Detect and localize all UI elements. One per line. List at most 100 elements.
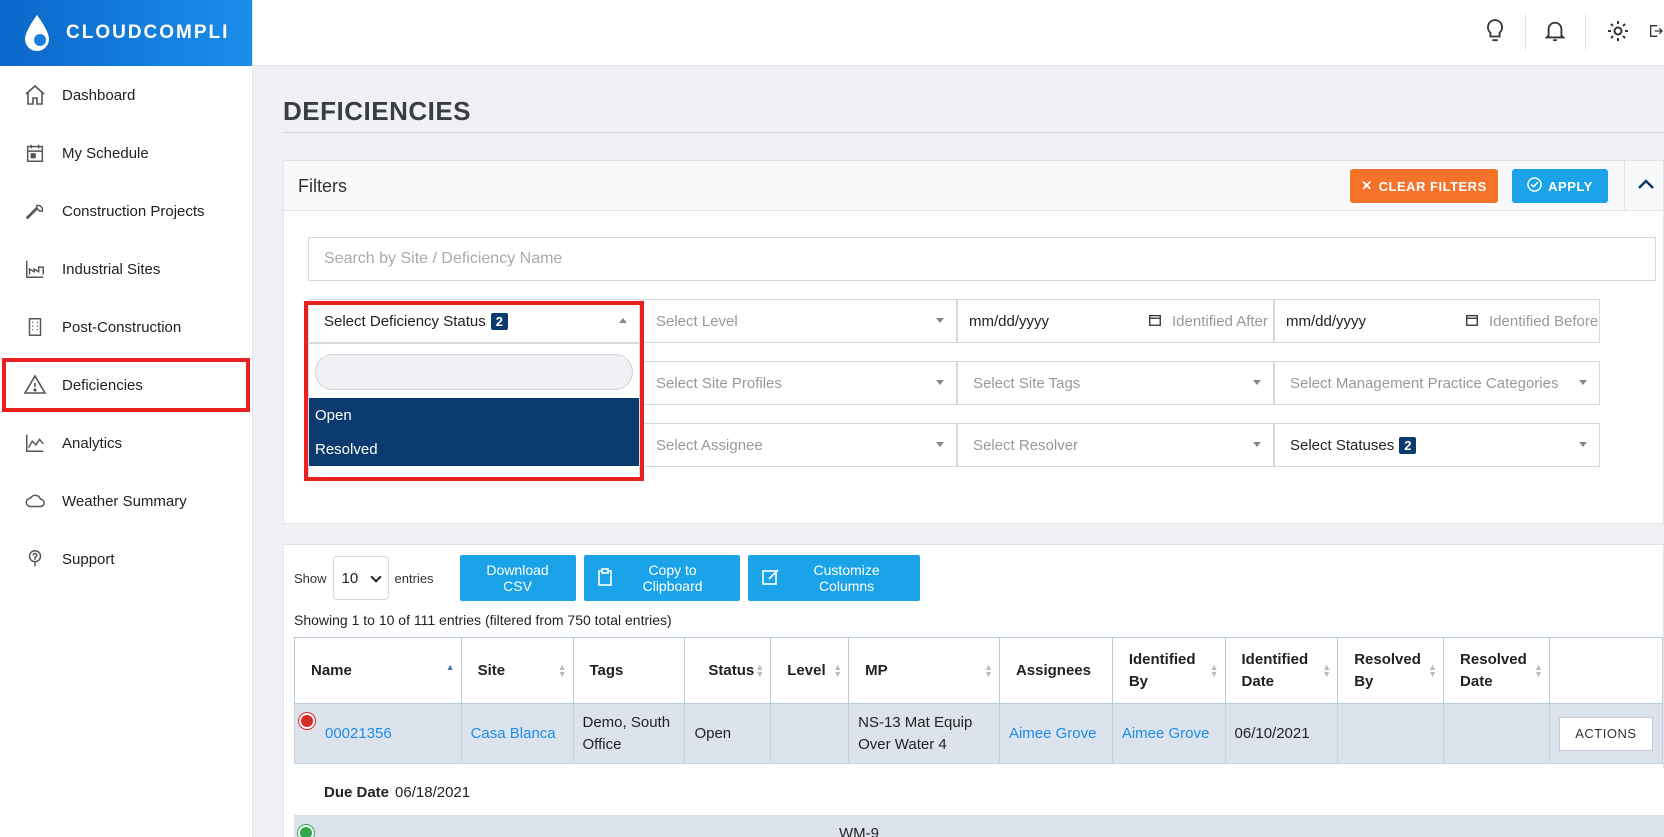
caret-down-icon bbox=[936, 380, 944, 385]
column-label: Identified Date bbox=[1241, 650, 1309, 690]
resolver-select[interactable]: Select Resolver bbox=[957, 423, 1274, 467]
sort-icon: ▲ ▼ bbox=[755, 662, 765, 679]
sidebar-item-construction-projects[interactable]: Construction Projects bbox=[0, 182, 252, 240]
column-header-status[interactable]: Status ▲ ▼ bbox=[684, 637, 772, 704]
site-tags-select[interactable]: Select Site Tags bbox=[957, 361, 1274, 405]
copy-to-clipboard-button[interactable]: Copy to Clipboard bbox=[583, 555, 740, 601]
cell-mp: NS-13 Mat Equip Over Water 4 bbox=[848, 703, 1000, 764]
identified-after-date-input[interactable]: mm/dd/yyyy Identified After bbox=[957, 299, 1274, 343]
statuses-select[interactable]: Select Statuses 2 bbox=[1274, 423, 1600, 467]
level-select[interactable]: Select Level bbox=[640, 299, 957, 343]
collapse-row-icon[interactable] bbox=[299, 713, 315, 729]
sidebar-item-label: Weather Summary bbox=[62, 492, 187, 510]
mp-categories-select[interactable]: Select Management Practice Categories bbox=[1274, 361, 1600, 405]
filters-panel: Filters ✕ CLEAR FILTERS APPLY Select Def… bbox=[283, 160, 1664, 524]
sidebar-item-industrial-sites[interactable]: Industrial Sites bbox=[0, 240, 252, 298]
cell-site: Casa Blanca bbox=[460, 703, 574, 764]
column-label: Resolved Date bbox=[1460, 650, 1527, 690]
apply-button[interactable]: APPLY bbox=[1512, 169, 1608, 203]
sidebar-item-dashboard[interactable]: Dashboard bbox=[0, 66, 252, 124]
calendar-icon[interactable] bbox=[1148, 313, 1164, 329]
download-csv-button[interactable]: Download CSV bbox=[459, 555, 576, 601]
cell-assignees: Aimee Grove bbox=[998, 703, 1113, 764]
clear-filters-button[interactable]: ✕ CLEAR FILTERS bbox=[1350, 169, 1498, 203]
assignee-select[interactable]: Select Assignee bbox=[640, 423, 957, 467]
caret-down-icon bbox=[936, 318, 944, 323]
chevron-down-icon bbox=[369, 571, 382, 583]
deficiencies-table: Name ▲ Site ▲ ▼ Tags Status ▲ ▼ Level ▲ ▼ MP ▲ ▼ … bbox=[294, 637, 1664, 764]
column-label: Tags bbox=[589, 661, 624, 679]
bell-icon[interactable] bbox=[1540, 16, 1570, 46]
site-profiles-placeholder: Select Site Profiles bbox=[656, 374, 782, 392]
column-label: Name bbox=[311, 661, 352, 679]
caret-down-icon bbox=[1579, 442, 1587, 447]
title-divider bbox=[283, 132, 1664, 133]
app-logo[interactable]: CLOUDCOMPLI bbox=[0, 0, 252, 66]
calendar-icon[interactable] bbox=[1465, 313, 1481, 329]
identified-before-date-input[interactable]: mm/dd/yyyy Identified Before bbox=[1274, 299, 1600, 343]
cell-resolved-by bbox=[1337, 703, 1445, 764]
caret-down-icon bbox=[1253, 442, 1261, 447]
column-header-site[interactable]: Site ▲ ▼ bbox=[460, 637, 574, 704]
sidebar-item-label: Deficiencies bbox=[62, 376, 143, 394]
sidebar-item-deficiencies[interactable]: Deficiencies bbox=[0, 356, 252, 414]
entries-value: 10 bbox=[341, 569, 359, 587]
home-icon bbox=[22, 82, 48, 108]
caret-down-icon bbox=[936, 442, 944, 447]
top-bar bbox=[253, 0, 1664, 66]
brand-name: CLOUDCOMPLI bbox=[66, 22, 230, 43]
chevron-up-icon bbox=[1637, 177, 1655, 195]
statuses-count-badge: 2 bbox=[1399, 436, 1417, 454]
date-value: mm/dd/yyyy bbox=[969, 312, 1050, 330]
warning-icon bbox=[22, 372, 48, 398]
assignee-placeholder: Select Assignee bbox=[656, 436, 763, 454]
deficiency-link[interactable]: 00021356 bbox=[325, 725, 392, 742]
identified-by-link[interactable]: Aimee Grove bbox=[1122, 725, 1210, 742]
column-header-name[interactable]: Name ▲ bbox=[294, 637, 462, 704]
column-header-identified-by[interactable]: Identified By ▲ ▼ bbox=[1111, 637, 1226, 704]
sidebar-item-post-construction[interactable]: Post-Construction bbox=[0, 298, 252, 356]
sidebar-item-weather-summary[interactable]: Weather Summary bbox=[0, 472, 252, 530]
collapse-filters-button[interactable] bbox=[1624, 161, 1664, 211]
due-date-value: 06/18/2021 bbox=[395, 783, 471, 801]
sidebar-item-analytics[interactable]: Analytics bbox=[0, 414, 252, 472]
search-input[interactable] bbox=[308, 237, 1656, 281]
assignee-link[interactable]: Aimee Grove bbox=[1009, 725, 1097, 742]
top-bar-divider bbox=[1525, 14, 1526, 50]
cell-identified-by: Aimee Grove bbox=[1111, 703, 1226, 764]
mp-categories-placeholder: Select Management Practice Categories bbox=[1290, 374, 1559, 392]
top-bar-divider bbox=[1585, 14, 1586, 50]
column-header-assignees: Assignees bbox=[998, 637, 1113, 704]
sidebar-item-support[interactable]: Support bbox=[0, 530, 252, 588]
column-header-level[interactable]: Level ▲ ▼ bbox=[770, 637, 850, 704]
site-link[interactable]: Casa Blanca bbox=[471, 725, 556, 742]
entries-summary: Showing 1 to 10 of 111 entries (filtered… bbox=[294, 612, 672, 628]
column-header-tags: Tags bbox=[572, 637, 686, 704]
sidebar-item-label: Support bbox=[62, 550, 115, 568]
water-drop-logo-icon bbox=[22, 13, 52, 53]
sidebar-item-my-schedule[interactable]: My Schedule bbox=[0, 124, 252, 182]
cell-actions: ACTIONS bbox=[1548, 703, 1664, 764]
site-profiles-select[interactable]: Select Site Profiles bbox=[640, 361, 957, 405]
column-header-resolved-date[interactable]: Resolved Date ▲ ▼ bbox=[1443, 637, 1550, 704]
close-icon: ✕ bbox=[1361, 178, 1373, 193]
resolver-placeholder: Select Resolver bbox=[973, 436, 1079, 454]
page-title: DEFICIENCIES bbox=[283, 96, 472, 126]
column-header-resolved-by[interactable]: Resolved By ▲ ▼ bbox=[1337, 637, 1445, 704]
lightbulb-icon[interactable] bbox=[1480, 16, 1510, 46]
customize-columns-button[interactable]: Customize Columns bbox=[747, 555, 920, 601]
sidebar-item-label: My Schedule bbox=[62, 144, 149, 162]
table-controls: Show 10 entries Download CSV Copy to Cli… bbox=[294, 555, 920, 601]
download-csv-label: Download CSV bbox=[486, 562, 549, 594]
column-header-identified-date[interactable]: Identified Date ▲ ▼ bbox=[1224, 637, 1339, 704]
logout-icon[interactable] bbox=[1648, 16, 1664, 46]
gear-icon[interactable] bbox=[1603, 16, 1633, 46]
table-row: 00021356 Casa Blanca Demo, South Office … bbox=[294, 703, 1664, 764]
column-header-mp[interactable]: MP ▲ ▼ bbox=[848, 637, 1000, 704]
cell-status: Open bbox=[684, 703, 772, 764]
actions-button[interactable]: ACTIONS bbox=[1558, 716, 1653, 751]
sort-icon: ▲ ▼ bbox=[1209, 662, 1219, 679]
filters-title: Filters bbox=[298, 176, 347, 196]
entries-per-page-select[interactable]: 10 bbox=[332, 556, 389, 600]
expand-row-icon[interactable] bbox=[298, 825, 314, 837]
